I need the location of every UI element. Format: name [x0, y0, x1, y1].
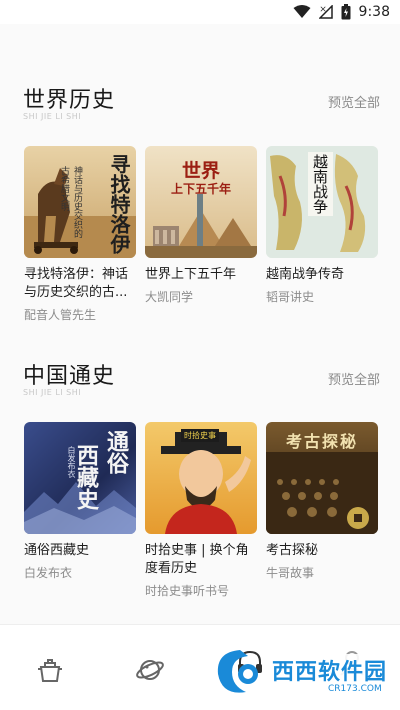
album-card[interactable]: 寻找特洛伊 神话与历史交织的古希腊文明 寻找特洛伊：神话与历史交织的古... 配… [24, 146, 136, 323]
battery-icon [341, 4, 351, 20]
album-card[interactable]: 越南战争 越南战争传奇 韬哥讲史 [266, 146, 378, 305]
preview-all-button[interactable]: 预览全部 [328, 92, 380, 111]
album-cover: 世界 上下五千年 [145, 146, 257, 258]
cover-author: 白发布衣 [67, 446, 76, 478]
status-bar: 9:38 [0, 0, 400, 24]
cover-subtitle: 上下五千年 [170, 182, 231, 196]
signal-icon [318, 5, 333, 19]
album-author: 时拾史事听书号 [145, 584, 230, 598]
section-title-world-history: 世界历史 [23, 88, 116, 113]
preview-all-button[interactable]: 预览全部 [328, 369, 380, 388]
cover-subtitle: 神话与历史交织的古希腊文明 [59, 166, 82, 238]
section-subtitle: SHI JIE LI SHI [23, 388, 82, 397]
cover-title: 越南战争 [308, 152, 333, 216]
album-title: 考古探秘 [266, 543, 319, 558]
album-author: 白发布衣 [24, 566, 73, 580]
cover-badge: 时拾史事 [181, 429, 219, 442]
watermark-url: CR173.COM [328, 684, 382, 694]
album-title: 世界上下五千年 [145, 267, 237, 282]
album-title: 寻找特洛伊：神话与历史交织的古... [24, 267, 129, 300]
cover-title: 寻找特洛伊 [107, 154, 131, 254]
album-title: 时拾史事 | 换个角度看历史 [145, 543, 249, 576]
watermark-brand: 西西软件园 [272, 660, 388, 685]
album-cover: 通俗 西藏史 白发布衣 [24, 422, 136, 534]
album-card[interactable]: 考古探秘 考古探秘 牛哥故事 [266, 422, 378, 581]
album-author: 牛哥故事 [266, 566, 315, 580]
pot-icon[interactable] [35, 655, 65, 685]
album-author: 韬哥讲史 [266, 290, 315, 304]
album-card[interactable]: 通俗 西藏史 白发布衣 通俗西藏史 白发布衣 [24, 422, 136, 581]
album-cover: 寻找特洛伊 神话与历史交织的古希腊文明 [24, 146, 136, 258]
cover-title-a: 通俗 [103, 430, 129, 474]
album-author: 大凯同学 [145, 290, 194, 304]
section-subtitle: SHI JIE LI SHI [23, 112, 82, 121]
album-card[interactable]: 时拾史事 时拾史事 | 换个角度看历史 时拾史事听书号 [145, 422, 257, 599]
section-title-china-history: 中国通史 [23, 364, 116, 389]
cover-title: 世界 [181, 160, 220, 182]
album-cover: 越南战争 [266, 146, 378, 258]
main-content: 世界历史 SHI JIE LI SHI 预览全部 寻找特洛伊 神话与历史交织的古… [0, 24, 400, 624]
watermark: 西西软件园 CR173.COM [210, 640, 396, 702]
cover-title: 考古探秘 [285, 432, 358, 451]
album-card[interactable]: 世界 上下五千年 世界上下五千年 大凯同学 [145, 146, 257, 305]
status-time: 9:38 [358, 4, 390, 20]
album-cover: 时拾史事 [145, 422, 257, 534]
cover-title-b: 西藏史 [73, 444, 99, 510]
planet-icon[interactable] [135, 655, 165, 685]
album-cover: 考古探秘 [266, 422, 378, 534]
wifi-icon [293, 5, 311, 18]
album-author: 配音人管先生 [24, 308, 97, 322]
album-title: 通俗西藏史 [24, 543, 90, 558]
album-title: 越南战争传奇 [266, 267, 345, 282]
